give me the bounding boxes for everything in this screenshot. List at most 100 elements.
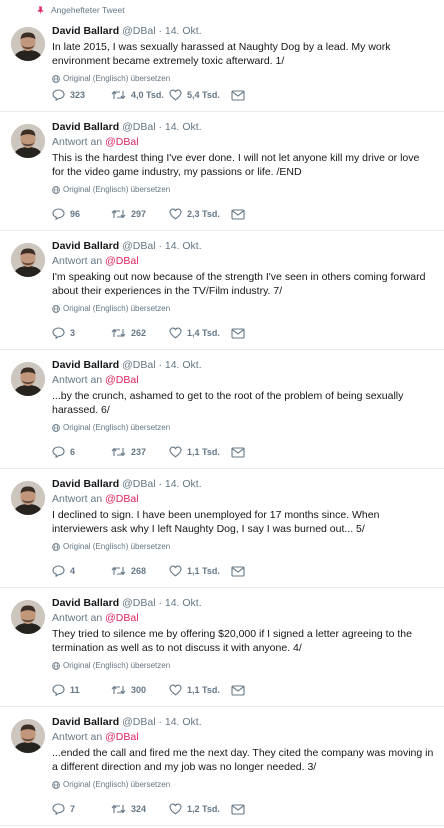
like-button[interactable]: 1,1 Tsd. [169,565,231,577]
like-count: 2,3 Tsd. [187,209,220,219]
avatar[interactable] [11,243,45,277]
reply-button[interactable]: 96 [52,208,111,220]
avatar[interactable] [11,600,45,634]
direct-message-button[interactable] [231,89,245,101]
tweet-actions: 7 324 1,2 Tsd. [52,803,245,815]
tweet[interactable]: David Ballard @DBal · 14. Okt. Antwort an… [0,588,444,707]
retweet-button[interactable]: 4,0 Tsd. [111,89,169,101]
direct-message-button[interactable] [231,208,245,220]
reply-handle-link[interactable]: @DBal [105,493,138,505]
author-name[interactable]: David Ballard [52,240,119,252]
direct-message-button[interactable] [231,327,245,339]
direct-message-button[interactable] [231,565,245,577]
retweet-button[interactable]: 262 [111,327,169,339]
reply-handle-link[interactable]: @DBal [105,136,138,148]
reply-to: Antwort an @DBal [52,374,434,387]
retweet-button[interactable]: 300 [111,684,169,696]
globe-icon [52,423,60,432]
translate-text: Original (Englisch) übersetzen [63,661,171,670]
reply-button[interactable]: 3 [52,327,111,339]
tweet[interactable]: Angehefteter Tweet David Ballard @DBal · … [0,0,444,112]
reply-button[interactable]: 7 [52,803,111,815]
author-meta[interactable]: @DBal · 14. Okt. [122,716,202,728]
translate-link[interactable]: Original (Englisch) übersetzen [52,423,434,432]
like-count: 1,4 Tsd. [187,328,220,338]
retweet-button[interactable]: 237 [111,446,169,458]
avatar[interactable] [11,124,45,158]
tweet[interactable]: David Ballard @DBal · 14. Okt. Antwort an… [0,231,444,350]
like-button[interactable]: 2,3 Tsd. [169,208,231,220]
avatar[interactable] [11,362,45,396]
reply-button[interactable]: 11 [52,684,111,696]
reply-handle-link[interactable]: @DBal [105,255,138,267]
reply-to: Antwort an @DBal [52,136,434,149]
reply-handle-link[interactable]: @DBal [105,612,138,624]
tweet-actions: 323 4,0 Tsd. 5,4 Tsd. [52,89,245,101]
tweet[interactable]: David Ballard @DBal · 14. Okt. Antwort an… [0,469,444,588]
translate-link[interactable]: Original (Englisch) übersetzen [52,780,434,789]
tweet-header: David Ballard @DBal · 14. Okt. [52,121,434,134]
like-count: 5,4 Tsd. [187,90,220,100]
author-meta[interactable]: @DBal · 14. Okt. [122,25,202,37]
tweet-text: I'm speaking out now because of the stre… [52,271,426,297]
avatar[interactable] [11,27,45,61]
like-button[interactable]: 1,1 Tsd. [169,446,231,458]
reply-button[interactable]: 6 [52,446,111,458]
like-count: 1,1 Tsd. [187,447,220,457]
globe-icon [52,304,60,313]
retweet-button[interactable]: 268 [111,565,169,577]
tweet-timeline: Angehefteter Tweet David Ballard @DBal · … [0,0,444,826]
tweet[interactable]: David Ballard @DBal · 14. Okt. Antwort an… [0,112,444,231]
author-name[interactable]: David Ballard [52,25,119,37]
translate-link[interactable]: Original (Englisch) übersetzen [52,74,434,83]
author-meta[interactable]: @DBal · 14. Okt. [122,478,202,490]
direct-message-button[interactable] [231,803,245,815]
author-meta[interactable]: @DBal · 14. Okt. [122,597,202,609]
direct-message-button[interactable] [231,684,245,696]
reply-prefix: Antwort an [52,612,103,624]
tweet[interactable]: David Ballard @DBal · 14. Okt. Antwort an… [0,707,444,826]
globe-icon [52,542,60,551]
author-name[interactable]: David Ballard [52,478,119,490]
envelope-icon [231,565,245,577]
translate-link[interactable]: Original (Englisch) übersetzen [52,185,434,194]
translate-text: Original (Englisch) übersetzen [63,304,171,313]
envelope-icon [231,803,245,815]
heart-icon [169,565,182,577]
translate-link[interactable]: Original (Englisch) übersetzen [52,661,434,670]
pinned-text: Angehefteter Tweet [51,5,125,15]
author-name[interactable]: David Ballard [52,121,119,133]
tweet-text: This is the hardest thing I've ever done… [52,152,420,178]
author-name[interactable]: David Ballard [52,716,119,728]
reply-count: 4 [70,566,76,576]
author-meta[interactable]: @DBal · 14. Okt. [122,240,202,252]
reply-button[interactable]: 4 [52,565,111,577]
reply-prefix: Antwort an [52,374,103,386]
reply-handle-link[interactable]: @DBal [105,374,138,386]
like-button[interactable]: 5,4 Tsd. [169,89,231,101]
retweet-button[interactable]: 297 [111,208,169,220]
reply-button[interactable]: 323 [52,89,111,101]
like-button[interactable]: 1,1 Tsd. [169,684,231,696]
envelope-icon [231,327,245,339]
avatar[interactable] [11,481,45,515]
translate-link[interactable]: Original (Englisch) übersetzen [52,304,434,313]
author-meta[interactable]: @DBal · 14. Okt. [122,121,202,133]
author-name[interactable]: David Ballard [52,597,119,609]
tweet[interactable]: David Ballard @DBal · 14. Okt. Antwort an… [0,350,444,469]
author-name[interactable]: David Ballard [52,359,119,371]
direct-message-button[interactable] [231,446,245,458]
reply-handle-link[interactable]: @DBal [105,731,138,743]
reply-count: 7 [70,804,76,814]
reply-count: 6 [70,447,76,457]
retweet-button[interactable]: 324 [111,803,169,815]
translate-link[interactable]: Original (Englisch) übersetzen [52,542,434,551]
tweet-text: They tried to silence me by offering $20… [52,628,412,654]
like-button[interactable]: 1,4 Tsd. [169,327,231,339]
globe-icon [52,661,60,670]
reply-icon [52,208,65,220]
avatar[interactable] [11,719,45,753]
like-button[interactable]: 1,2 Tsd. [169,803,231,815]
retweet-count: 300 [131,685,147,695]
author-meta[interactable]: @DBal · 14. Okt. [122,359,202,371]
